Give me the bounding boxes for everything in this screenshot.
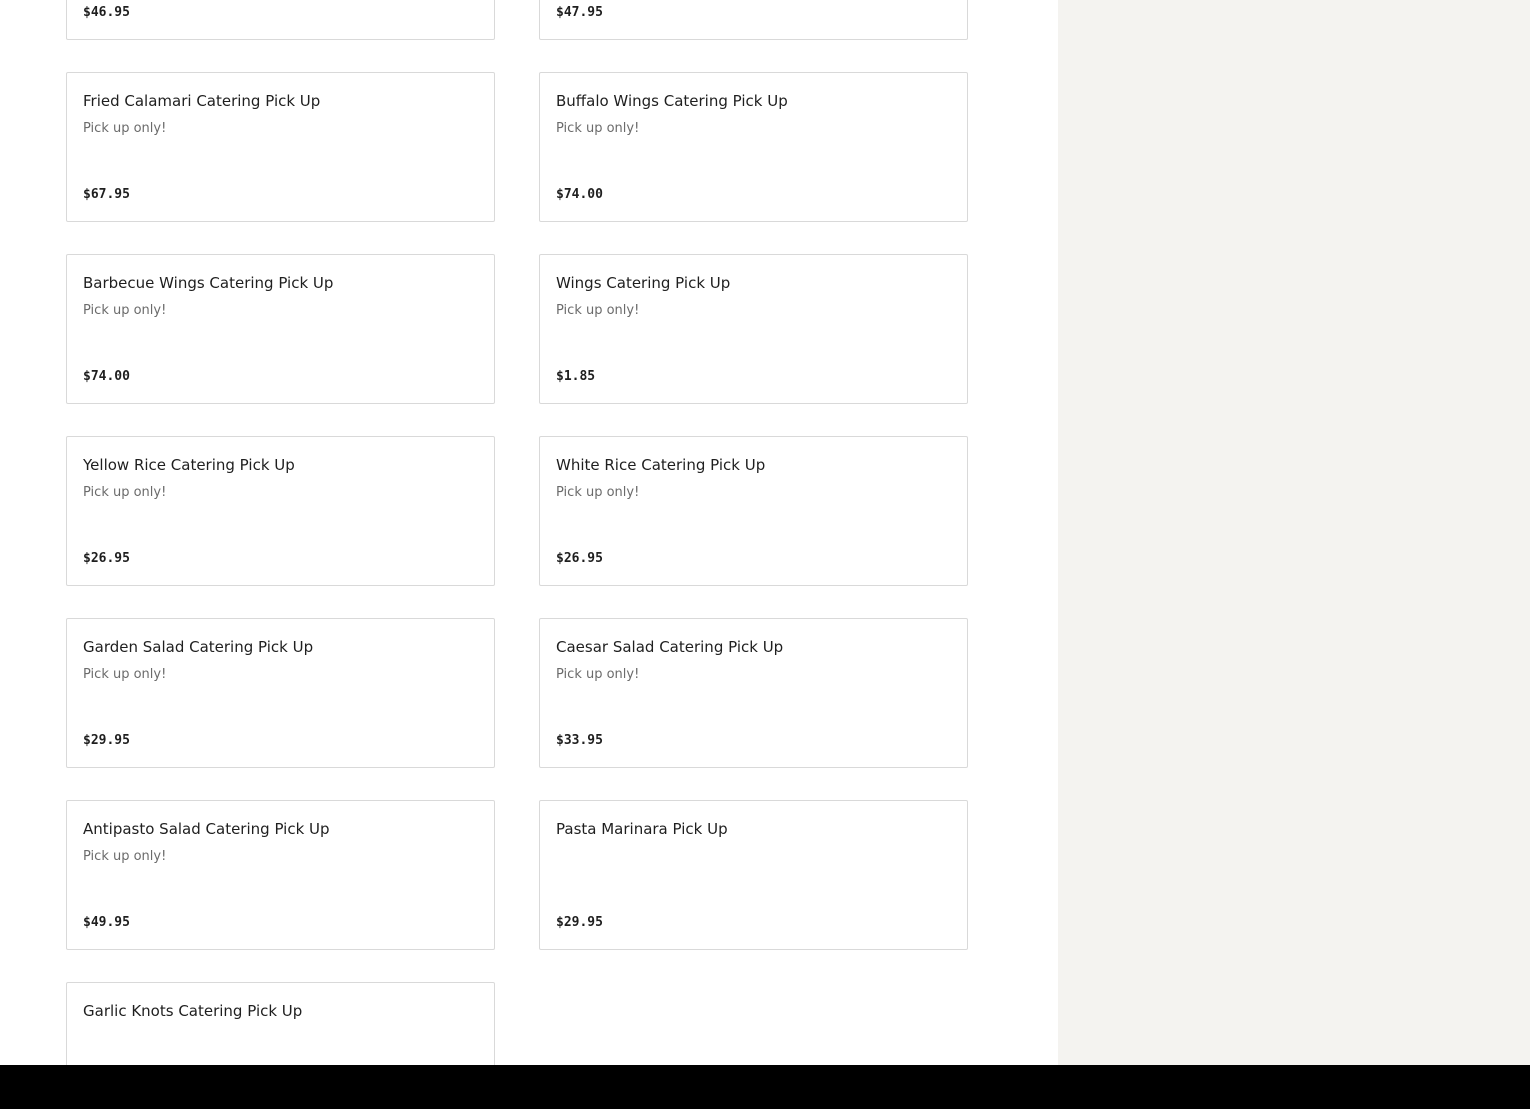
menu-item-card[interactable]: Garden Salad Catering Pick Up Pick up on… bbox=[66, 618, 495, 768]
menu-item-card[interactable]: White Rice Catering Pick Up Pick up only… bbox=[539, 436, 968, 586]
menu-item-title: Yellow Rice Catering Pick Up bbox=[83, 456, 295, 474]
menu-item-title: White Rice Catering Pick Up bbox=[556, 456, 766, 474]
menu-item-description: Pick up only! bbox=[556, 667, 640, 682]
menu-item-price: $26.95 bbox=[556, 551, 603, 566]
menu-item-card[interactable]: Wings Catering Pick Up Pick up only! $1.… bbox=[539, 254, 968, 404]
menu-item-price: $74.00 bbox=[556, 187, 603, 202]
menu-item-card[interactable]: Buffalo Wings Catering Pick Up Pick up o… bbox=[539, 72, 968, 222]
page: $46.95 $47.95 Fried Calamari Catering Pi… bbox=[0, 0, 1530, 1109]
menu-item-description: Pick up only! bbox=[556, 121, 640, 136]
menu-item-price: $47.95 bbox=[556, 5, 603, 20]
menu-section: $46.95 $47.95 Fried Calamari Catering Pi… bbox=[0, 0, 1058, 1065]
menu-item-title: Wings Catering Pick Up bbox=[556, 274, 731, 292]
menu-item-price: $74.00 bbox=[83, 369, 130, 384]
menu-item-description: Pick up only! bbox=[83, 485, 167, 500]
menu-item-card[interactable]: Pasta Marinara Pick Up $29.95 bbox=[539, 800, 968, 950]
bottom-bar bbox=[0, 1065, 1530, 1109]
menu-item-price: $29.95 bbox=[556, 915, 603, 930]
menu-item-price: $1.85 bbox=[556, 369, 596, 384]
menu-item-price: $49.95 bbox=[83, 915, 130, 930]
menu-item-description: Pick up only! bbox=[556, 303, 640, 318]
menu-item-card[interactable]: Garlic Knots Catering Pick Up bbox=[66, 982, 495, 1065]
menu-item-title: Antipasto Salad Catering Pick Up bbox=[83, 820, 330, 838]
menu-item-title: Caesar Salad Catering Pick Up bbox=[556, 638, 784, 656]
menu-item-description: Pick up only! bbox=[556, 485, 640, 500]
menu-item-title: Garden Salad Catering Pick Up bbox=[83, 638, 314, 656]
menu-item-description: Pick up only! bbox=[83, 121, 167, 136]
menu-item-price: $33.95 bbox=[556, 733, 603, 748]
menu-item-card[interactable]: Barbecue Wings Catering Pick Up Pick up … bbox=[66, 254, 495, 404]
menu-item-price: $29.95 bbox=[83, 733, 130, 748]
side-panel bbox=[1058, 0, 1530, 1065]
menu-item-description: Pick up only! bbox=[83, 667, 167, 682]
menu-item-card[interactable]: $46.95 bbox=[66, 0, 495, 40]
menu-item-card[interactable]: Fried Calamari Catering Pick Up Pick up … bbox=[66, 72, 495, 222]
menu-item-title: Fried Calamari Catering Pick Up bbox=[83, 92, 321, 110]
menu-item-description: Pick up only! bbox=[83, 303, 167, 318]
menu-item-description: Pick up only! bbox=[83, 849, 167, 864]
menu-item-title: Buffalo Wings Catering Pick Up bbox=[556, 92, 788, 110]
menu-item-title: Barbecue Wings Catering Pick Up bbox=[83, 274, 334, 292]
menu-item-price: $46.95 bbox=[83, 5, 130, 20]
menu-item-card[interactable]: $47.95 bbox=[539, 0, 968, 40]
menu-item-price: $26.95 bbox=[83, 551, 130, 566]
menu-item-grid: $46.95 $47.95 Fried Calamari Catering Pi… bbox=[66, 0, 968, 1065]
menu-item-card[interactable]: Antipasto Salad Catering Pick Up Pick up… bbox=[66, 800, 495, 950]
menu-item-title: Garlic Knots Catering Pick Up bbox=[83, 1002, 303, 1020]
menu-item-card[interactable]: Caesar Salad Catering Pick Up Pick up on… bbox=[539, 618, 968, 768]
menu-item-title: Pasta Marinara Pick Up bbox=[556, 820, 728, 838]
menu-item-price: $67.95 bbox=[83, 187, 130, 202]
menu-item-card[interactable]: Yellow Rice Catering Pick Up Pick up onl… bbox=[66, 436, 495, 586]
